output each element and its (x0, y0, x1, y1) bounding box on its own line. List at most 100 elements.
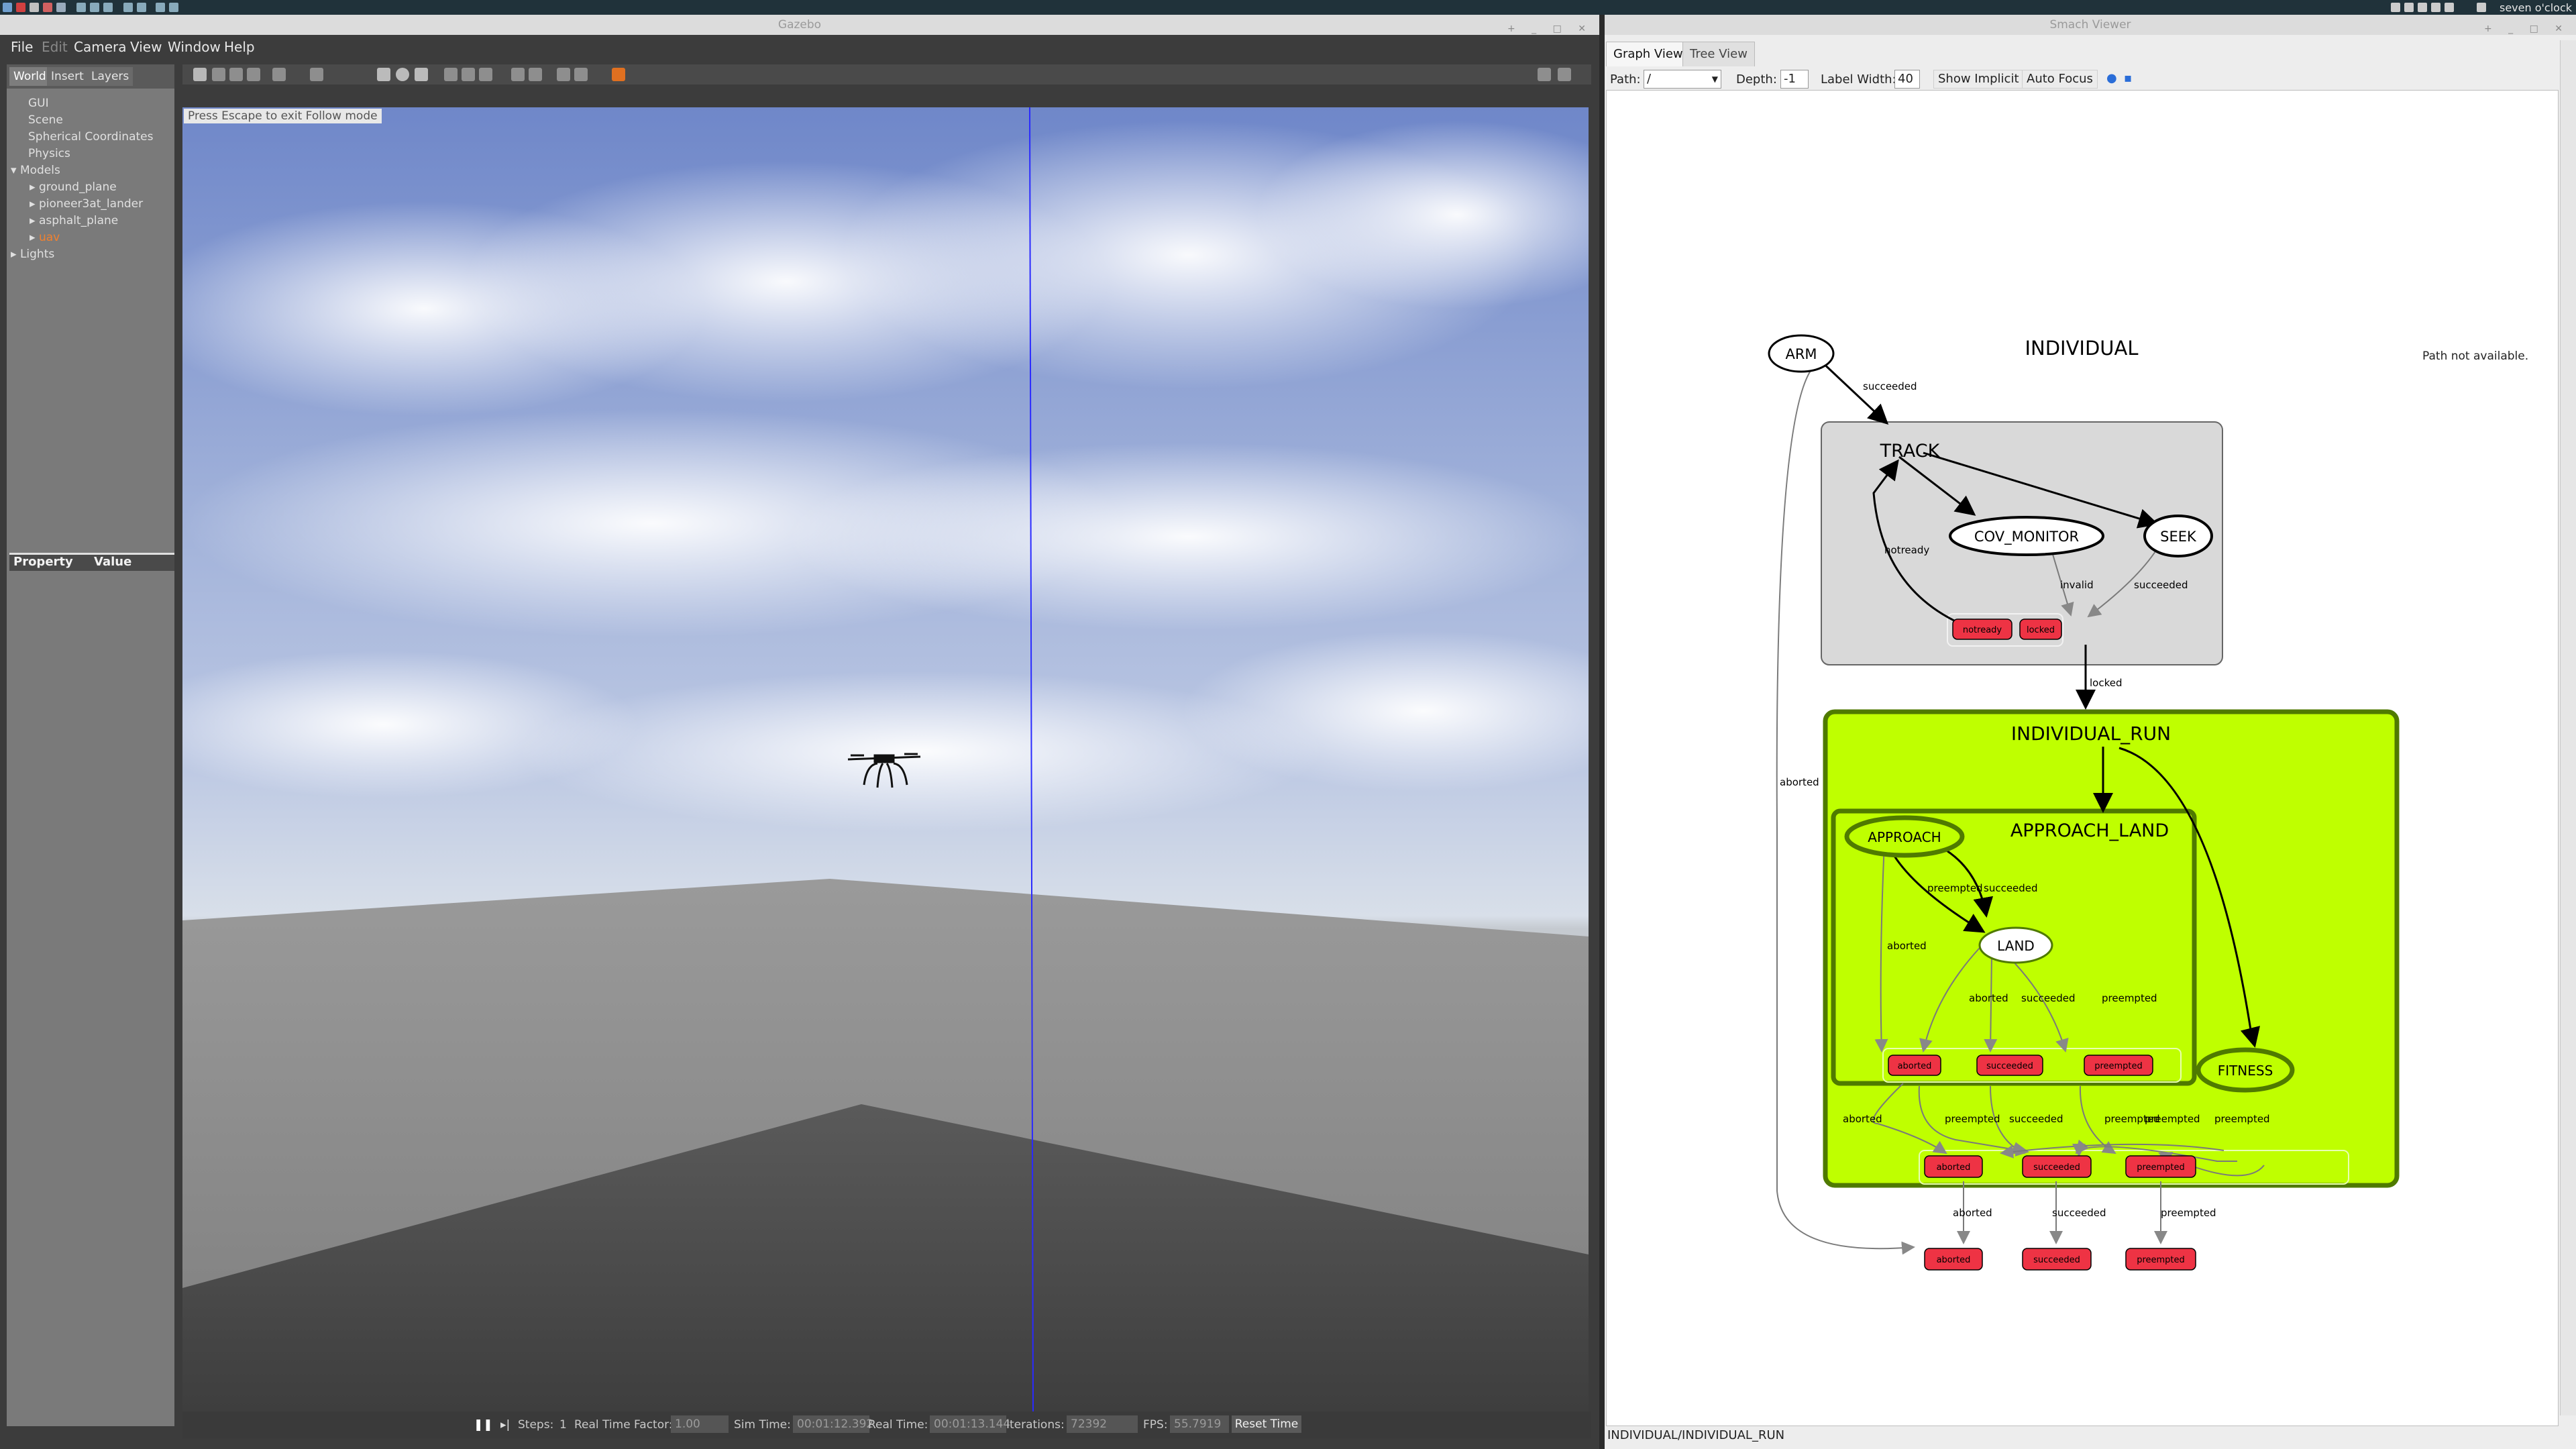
workspace-icon[interactable] (56, 3, 66, 12)
tree-item-model-selected[interactable]: ▸ uav (7, 229, 174, 246)
edge-label: succeeded (2052, 1207, 2106, 1219)
paste-icon[interactable] (529, 68, 542, 81)
expand-right-icon[interactable]: ▸ (30, 214, 39, 227)
right-dock-edge[interactable] (2560, 40, 2576, 1415)
cylinder-shape-icon[interactable] (415, 68, 428, 81)
state-cov-monitor[interactable]: COV_MONITOR (1949, 516, 2104, 556)
window-controls[interactable]: + _ □ ✕ (2484, 19, 2569, 39)
window-task-icon[interactable] (123, 3, 133, 12)
snap-icon[interactable] (574, 68, 588, 81)
auto-focus-button[interactable]: Auto Focus (2022, 70, 2098, 89)
tab-graph-view[interactable]: Graph View (1606, 42, 1690, 66)
3d-viewport[interactable]: Press Escape to exit Follow mode (182, 107, 1589, 1411)
edge-label: succeeded (2021, 992, 2076, 1004)
launcher-icon[interactable] (16, 3, 25, 12)
outcome-aborted[interactable]: aborted (1888, 1055, 1941, 1076)
window-task-icon[interactable] (90, 3, 99, 12)
notification-icon[interactable] (2445, 3, 2454, 12)
tree-item-model[interactable]: ▸ ground_plane (7, 179, 174, 196)
browser-icon[interactable] (43, 3, 52, 12)
expand-right-icon[interactable]: ▸ (30, 180, 39, 194)
outcome-preempted[interactable]: preempted (2125, 1155, 2196, 1178)
info-icon[interactable]: ▪ (2124, 71, 2132, 85)
outcome-succeeded[interactable]: succeeded (2022, 1248, 2092, 1271)
window-task-icon[interactable] (137, 3, 146, 12)
depth-spinbox[interactable]: -1 (1780, 70, 1809, 89)
expand-down-icon[interactable]: ▾ (11, 164, 20, 177)
menu-file[interactable]: File (11, 39, 33, 55)
sphere-shape-icon[interactable] (396, 68, 409, 81)
tree-item-model[interactable]: ▸ pioneer3at_lander (7, 196, 174, 213)
outcome-succeeded[interactable]: succeeded (2022, 1155, 2092, 1178)
battery-icon[interactable] (2418, 3, 2427, 12)
tab-insert[interactable]: Insert (47, 67, 88, 86)
state-arm[interactable]: ARM (1768, 334, 1835, 373)
window-task-icon[interactable] (169, 3, 178, 12)
network-icon[interactable] (2391, 3, 2400, 12)
tree-item-lights[interactable]: ▸ Lights (7, 246, 174, 263)
reset-time-button[interactable]: Reset Time (1232, 1415, 1301, 1433)
pause-icon[interactable]: ❚❚ (474, 1418, 493, 1432)
window-task-icon[interactable] (76, 3, 86, 12)
tree-item-spherical-coordinates[interactable]: Spherical Coordinates (7, 129, 174, 146)
outcome-aborted[interactable]: aborted (1924, 1248, 1983, 1271)
window-task-icon[interactable] (103, 3, 113, 12)
undo-icon[interactable] (272, 68, 286, 81)
directional-light-icon[interactable] (479, 68, 492, 81)
redo-icon[interactable] (310, 68, 323, 81)
state-fitness[interactable]: FITNESS (2196, 1047, 2295, 1093)
power-icon[interactable] (2477, 3, 2486, 12)
outcome-succeeded[interactable]: succeeded (1976, 1055, 2043, 1076)
steps-value[interactable]: 1 (559, 1418, 567, 1432)
track-title: TRACK (1880, 441, 1941, 462)
menu-camera[interactable]: Camera (74, 39, 127, 55)
path-select[interactable]: / ▼ (1644, 70, 1721, 89)
outcome-preempted[interactable]: preempted (2125, 1248, 2196, 1271)
tab-tree-view[interactable]: Tree View (1682, 42, 1755, 66)
tree-item-scene[interactable]: Scene (7, 112, 174, 129)
menu-help[interactable]: Help (224, 39, 255, 55)
menu-view[interactable]: View (130, 39, 162, 55)
tab-world[interactable]: World (9, 67, 50, 86)
expand-right-icon[interactable]: ▸ (30, 197, 39, 211)
state-approach[interactable]: APPROACH (1844, 815, 1965, 858)
volume-icon[interactable] (2431, 3, 2440, 12)
tab-layers[interactable]: Layers (87, 67, 133, 86)
screenshot-icon[interactable] (1538, 68, 1551, 81)
smach-viewer-window: Smach Viewer + _ □ ✕ Graph View Tree Vie… (1605, 15, 2576, 1449)
outcome-locked[interactable]: locked (2019, 619, 2062, 640)
settings-icon[interactable] (30, 3, 39, 12)
state-land[interactable]: LAND (1978, 926, 2053, 964)
select-mode-icon[interactable] (193, 68, 207, 81)
box-shape-icon[interactable] (377, 68, 390, 81)
graph-canvas[interactable]: succeeded notready invalid succeeded loc… (1606, 90, 2559, 1426)
tree-item-physics[interactable]: Physics (7, 146, 174, 162)
change-view-icon[interactable] (612, 68, 625, 81)
tree-item-gui[interactable]: GUI (7, 95, 174, 112)
spot-light-icon[interactable] (462, 68, 475, 81)
show-implicit-button[interactable]: Show Implicit (1933, 70, 2024, 89)
menu-window[interactable]: Window (168, 39, 221, 55)
app-menu-icon[interactable] (3, 3, 12, 12)
log-icon[interactable] (1558, 68, 1571, 81)
label-width-spinbox[interactable]: 40 (1894, 70, 1920, 89)
point-light-icon[interactable] (444, 68, 458, 81)
tree-item-models[interactable]: ▾ Models (7, 162, 174, 179)
menu-edit[interactable]: Edit (42, 39, 68, 55)
expand-right-icon[interactable]: ▸ (11, 248, 20, 261)
bluetooth-icon[interactable] (2404, 3, 2414, 12)
translate-mode-icon[interactable] (212, 68, 225, 81)
expand-right-icon[interactable]: ▸ (30, 231, 39, 244)
copy-icon[interactable] (511, 68, 525, 81)
outcome-notready[interactable]: notready (1952, 619, 2012, 640)
help-icon[interactable]: ● (2106, 71, 2117, 85)
rotate-mode-icon[interactable] (229, 68, 243, 81)
window-task-icon[interactable] (156, 3, 165, 12)
step-icon[interactable]: ▸| (500, 1418, 510, 1432)
tree-item-model[interactable]: ▸ asphalt_plane (7, 213, 174, 229)
state-seek[interactable]: SEEK (2143, 515, 2213, 557)
outcome-preempted[interactable]: preempted (2084, 1055, 2153, 1076)
scale-mode-icon[interactable] (247, 68, 260, 81)
align-icon[interactable] (557, 68, 570, 81)
outcome-aborted[interactable]: aborted (1924, 1155, 1983, 1178)
